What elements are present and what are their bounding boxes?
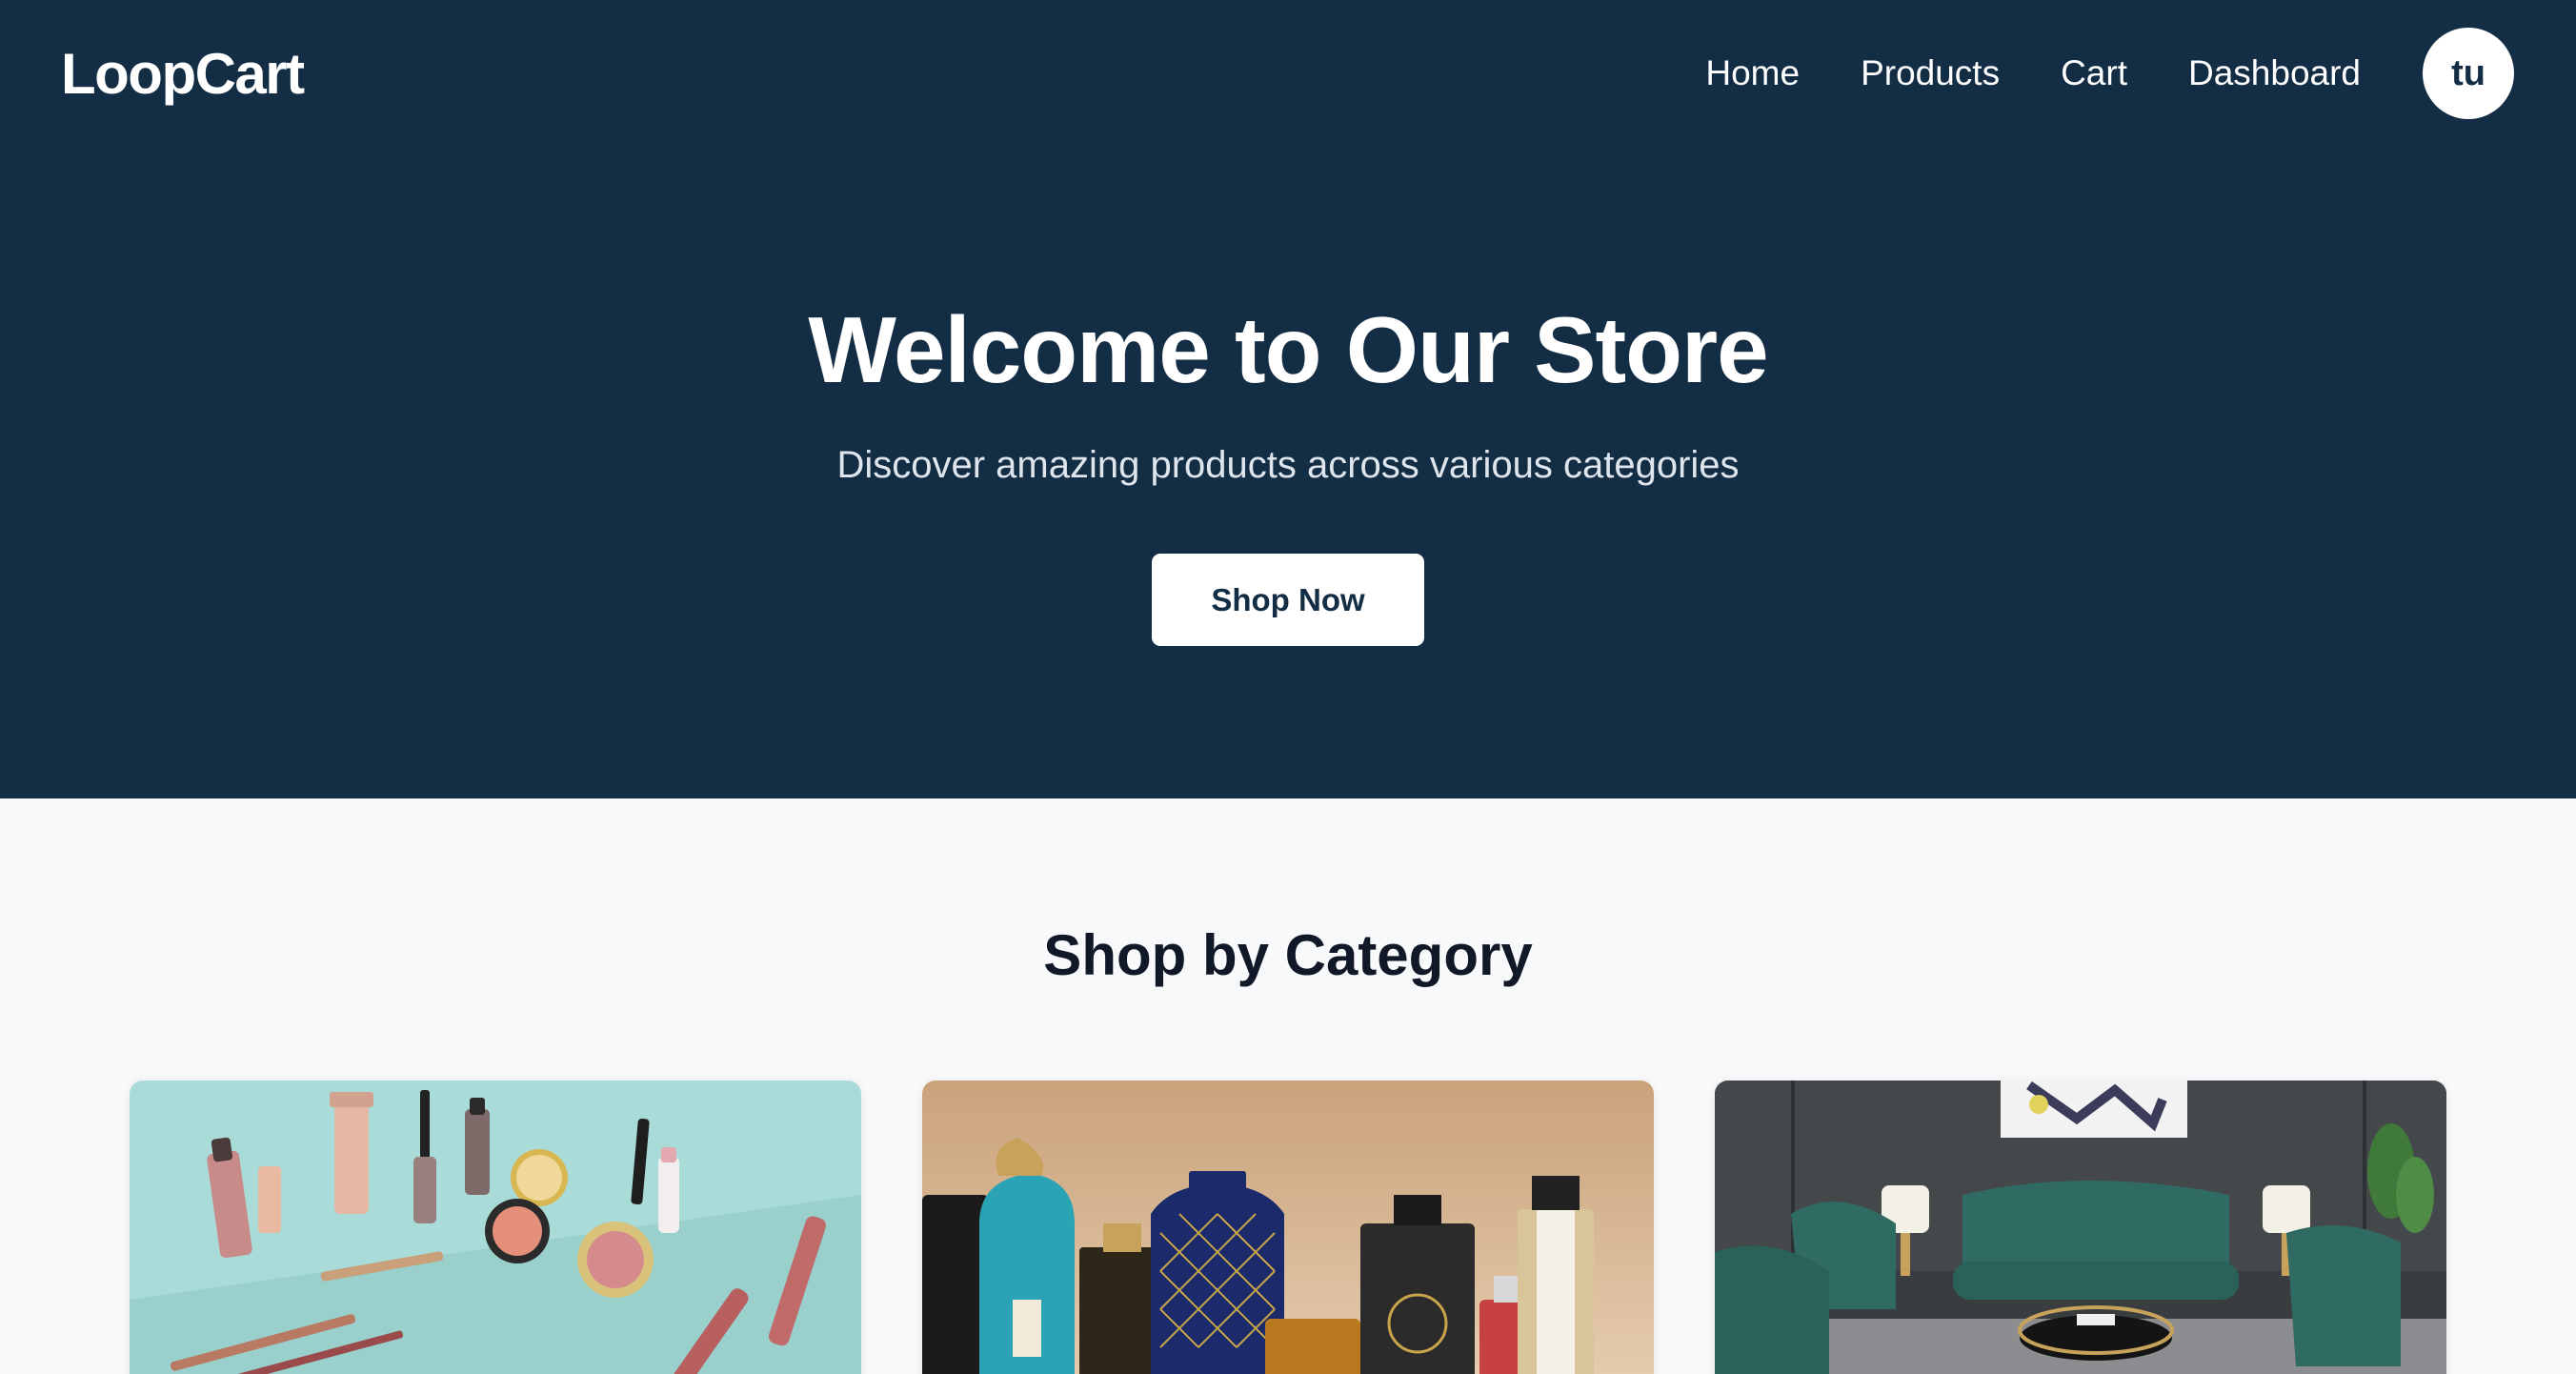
category-cards	[130, 1081, 2446, 1374]
section-title: Shop by Category	[1043, 923, 1533, 987]
nav-link-dashboard[interactable]: Dashboard	[2188, 48, 2361, 99]
nav-link-home[interactable]: Home	[1705, 48, 1800, 99]
green-sofa-living-room-image	[1715, 1081, 2446, 1374]
nav-link-products[interactable]: Products	[1861, 48, 2000, 99]
perfume-bottles-image	[922, 1081, 1654, 1374]
hero-section: LoopCart Home Products Cart Dashboard tu…	[0, 0, 2576, 798]
hero-title: Welcome to Our Store	[808, 297, 1768, 402]
nav-link-cart[interactable]: Cart	[2061, 48, 2127, 99]
shop-now-button[interactable]: Shop Now	[1152, 554, 1424, 646]
category-card-cosmetics[interactable]	[130, 1081, 861, 1374]
user-avatar[interactable]: tu	[2423, 28, 2514, 119]
makeup-cosmetics-image	[130, 1081, 861, 1374]
nav-links: Home Products Cart Dashboard	[1705, 48, 2361, 99]
brand-logo[interactable]: LoopCart	[61, 44, 305, 105]
category-card-perfumes[interactable]	[922, 1081, 1654, 1374]
hero-subtitle: Discover amazing products across various…	[836, 444, 1740, 486]
category-card-furniture[interactable]	[1715, 1081, 2446, 1374]
top-navbar: LoopCart Home Products Cart Dashboard tu	[0, 0, 2576, 149]
